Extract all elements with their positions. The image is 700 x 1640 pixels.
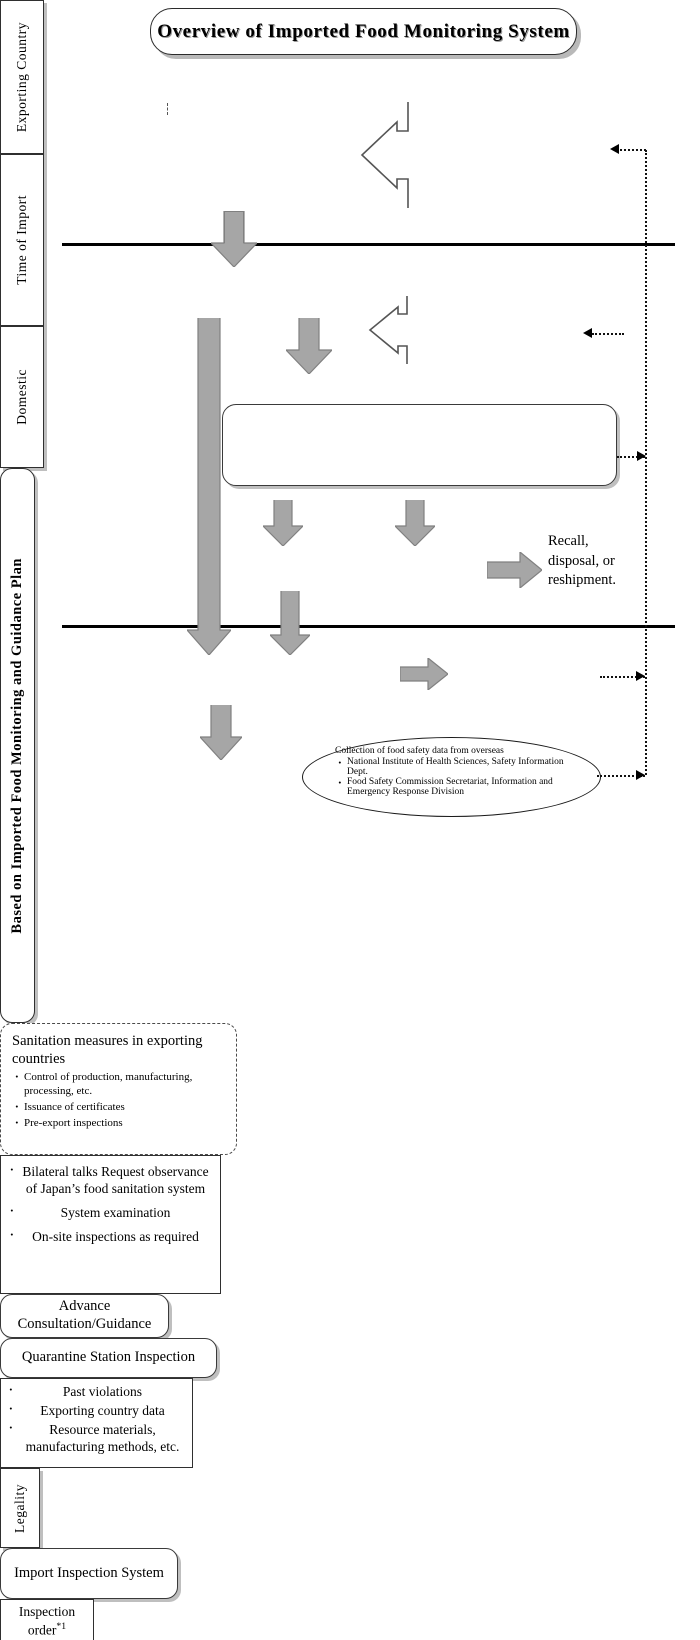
method-inspection-order-line2: order*1 — [27, 1621, 67, 1638]
overseas-data-collection-list: National Institute of Health Sciences, S… — [335, 754, 573, 797]
list-item: National Institute of Health Sciences, S… — [335, 754, 573, 777]
arrowhead-from-voluntary-icon — [637, 451, 646, 461]
band-label-time-of-import: Time of Import — [0, 154, 44, 326]
footnote-marker: *1 — [56, 1621, 67, 1633]
arrow-fail-to-outcome-icon — [487, 552, 542, 588]
diagram-canvas: Overview of Imported Food Monitoring Sys… — [0, 0, 700, 1640]
overseas-data-collection-heading: Collection of food safety data from over… — [335, 746, 504, 756]
legality-box: Legality — [0, 1468, 40, 1548]
sanitation-measures-box: Sanitation measures in exporting countri… — [0, 1023, 237, 1155]
band-divider-exporting-import — [62, 243, 675, 246]
list-item: On-site inspections as required — [7, 1226, 212, 1246]
list-item: Exporting country data — [6, 1400, 187, 1420]
arrowhead-to-bilateral-icon — [610, 144, 619, 154]
arrowhead-from-reporting-icon — [636, 671, 645, 681]
list-item: Pre-export inspections — [12, 1114, 227, 1131]
band-label-exporting-country: Exporting Country — [0, 0, 44, 154]
bilateral-talks-list: Bilateral talks Request observance of Ja… — [7, 1161, 212, 1246]
overseas-data-collection-ellipse: Collection of food safety data from over… — [302, 737, 601, 817]
list-item: Resource materials, manufacturing method… — [6, 1419, 187, 1456]
list-item: Past violations — [6, 1381, 187, 1401]
advance-consultation-box: Advance Consultation/Guidance — [0, 1294, 169, 1338]
bilateral-to-sanitation-arrow-icon — [360, 102, 409, 208]
inspection-criteria-box: Past violations Exporting country data R… — [0, 1378, 193, 1468]
list-item: Bilateral talks Request observance of Ja… — [7, 1161, 212, 1198]
diagram-title-text: Overview of Imported Food Monitoring Sys… — [157, 20, 570, 42]
import-inspection-system-text: Import Inspection System — [14, 1564, 164, 1581]
quarantine-station-box: Quarantine Station Inspection — [0, 1338, 217, 1378]
arrow-quarantine-to-system-icon — [286, 318, 332, 374]
band-divider-import-domestic — [62, 625, 675, 628]
arrow-to-pass-icon — [263, 500, 303, 546]
list-item: Food Safety Commission Secretariat, Info… — [335, 774, 573, 797]
band-label-domestic-text: Domestic — [14, 369, 29, 425]
outcome-text: Recall, disposal, or reshipment. — [548, 533, 617, 589]
dotted-to-criteria — [592, 333, 624, 335]
plan-rail-text: Based on Imported Food Monitoring and Gu… — [9, 557, 25, 934]
arrowhead-to-criteria-icon — [583, 328, 592, 338]
arrow-quarantine-to-sampling-icon — [187, 318, 231, 655]
arrow-sanitation-to-quarantine-icon — [211, 211, 257, 267]
arrow-sampling-to-reporting-icon — [400, 658, 448, 690]
inspection-criteria-list: Past violations Exporting country data R… — [6, 1381, 187, 1456]
quarantine-station-text: Quarantine Station Inspection — [21, 1349, 196, 1366]
import-inspection-system-box: Import Inspection System — [0, 1548, 178, 1599]
method-inspection-order-line1: Inspection — [18, 1604, 76, 1620]
sanitation-measures-heading: Sanitation measures in exporting countri… — [12, 1033, 203, 1068]
advance-consultation-text: Advance Consultation/Guidance — [17, 1298, 152, 1332]
list-item: Control of production, manufacturing, pr… — [12, 1068, 227, 1099]
arrow-pass-to-sampling-icon — [270, 591, 310, 655]
inspection-methods-container — [222, 404, 617, 486]
arrow-to-fail-icon — [395, 500, 435, 546]
diagram-title: Overview of Imported Food Monitoring Sys… — [150, 8, 577, 55]
bilateral-talks-box: Bilateral talks Request observance of Ja… — [0, 1155, 221, 1294]
plan-rail: Based on Imported Food Monitoring and Gu… — [0, 468, 35, 1023]
list-item: Issuance of certificates — [12, 1098, 227, 1115]
band-label-exporting-country-text: Exporting Country — [14, 21, 29, 133]
legality-dotted-spine — [645, 150, 647, 775]
arrowhead-from-collection-icon — [636, 770, 645, 780]
band-label-time-of-import-text: Time of Import — [14, 195, 29, 285]
arrow-sampling-to-consumers-icon — [200, 705, 242, 760]
sanitation-measures-list: Control of production, manufacturing, pr… — [12, 1068, 227, 1131]
legality-text: Legality — [12, 1483, 27, 1533]
dotted-to-bilateral — [620, 149, 646, 151]
method-inspection-order-box: Inspection order*1 — [0, 1599, 94, 1640]
sanitation-connector-tick — [167, 103, 168, 115]
list-item: System examination — [7, 1202, 212, 1222]
band-label-domestic: Domestic — [0, 326, 44, 468]
criteria-to-quarantine-arrow-icon — [368, 296, 408, 364]
